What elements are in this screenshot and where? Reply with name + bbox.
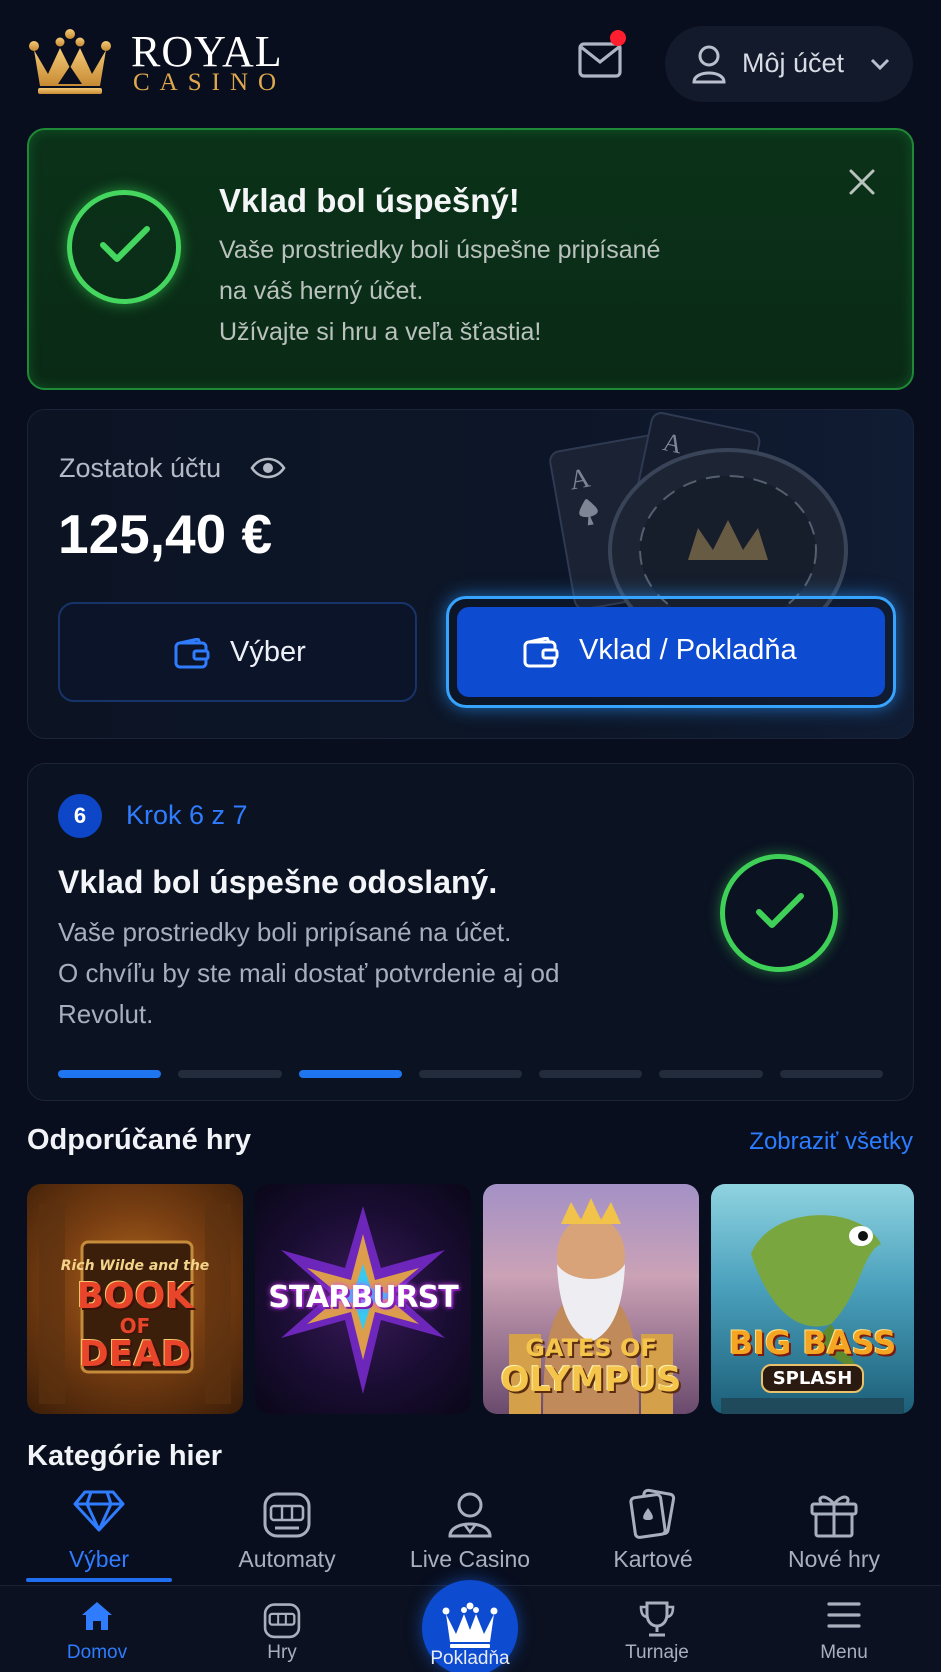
account-label: Môj účet bbox=[742, 48, 845, 78]
nav-label: Domov bbox=[66, 1642, 128, 1663]
progress-segment bbox=[298, 1070, 402, 1078]
categories-tabs: Výber Automaty Live Casino Kartové Nové … bbox=[0, 1478, 941, 1588]
category-label: Nové hry bbox=[787, 1546, 881, 1572]
recommended-games-heading: Odporúčané hry bbox=[27, 1124, 251, 1156]
nav-item-menu[interactable]: Menu bbox=[774, 1586, 914, 1672]
success-line: Užívajte si hru a veľa šťastia! bbox=[219, 318, 542, 346]
game-tile-starburst[interactable]: STARBURST bbox=[255, 1184, 471, 1414]
progress-segment bbox=[418, 1070, 523, 1078]
logo-text-casino: CASINO bbox=[133, 69, 287, 96]
category-tab-nove-hry[interactable]: Nové hry bbox=[744, 1478, 924, 1588]
withdraw-label: Výber bbox=[230, 636, 306, 668]
nav-item-turnaje[interactable]: Turnaje bbox=[587, 1586, 727, 1672]
success-check-icon bbox=[67, 190, 181, 304]
view-all-link[interactable]: Zobraziť všetky bbox=[749, 1128, 913, 1156]
game-title: GATES OF bbox=[525, 1334, 657, 1362]
game-title: STARBURST bbox=[268, 1280, 458, 1315]
user-icon bbox=[692, 45, 726, 84]
close-icon[interactable] bbox=[848, 168, 876, 196]
step-progress-bar bbox=[58, 1070, 883, 1078]
cards-icon bbox=[629, 1488, 676, 1539]
recommended-games-row: Rich Wilde and the BOOK OF DEAD STARBURS… bbox=[27, 1184, 914, 1414]
eye-icon[interactable] bbox=[250, 456, 286, 480]
balance-card: A A Zostatok účtu 125,40 € Výber Vklad /… bbox=[27, 409, 914, 739]
notification-dot bbox=[610, 30, 626, 46]
chevron-down-icon bbox=[870, 58, 890, 71]
category-tab-live-casino[interactable]: Live Casino bbox=[380, 1478, 560, 1588]
deposit-button-fill: Vklad / Pokladňa bbox=[457, 607, 885, 697]
step-line: Vaše prostriedky boli pripísané na účet. bbox=[58, 917, 512, 947]
step-title: Vklad bol úspešne odoslaný. bbox=[58, 864, 498, 900]
home-icon bbox=[82, 1602, 112, 1630]
menu-icon bbox=[827, 1602, 861, 1628]
active-tab-underline bbox=[26, 1578, 172, 1582]
game-title: OLYMPUS bbox=[500, 1360, 682, 1400]
deposit-label: Vklad / Pokladňa bbox=[579, 634, 797, 666]
success-line: na váš herný účet. bbox=[219, 277, 424, 305]
step-line: O chvíľu by ste mali dostať potvrdenie a… bbox=[58, 958, 560, 988]
header: ROYAL CASINO Môj účet bbox=[0, 0, 941, 120]
game-subtitle: Rich Wilde and the bbox=[60, 1258, 210, 1274]
balance-amount: 125,40 € bbox=[58, 503, 273, 565]
progress-segment bbox=[659, 1070, 763, 1078]
cards-and-chip-illustration: A A bbox=[549, 411, 848, 610]
game-title: DEAD bbox=[78, 1334, 192, 1375]
progress-segment bbox=[58, 1070, 162, 1078]
deposit-step-card: 6 Krok 6 z 7 Vklad bol úspešne odoslaný.… bbox=[27, 763, 914, 1101]
dealer-icon bbox=[448, 1492, 492, 1538]
category-label: Automaty bbox=[238, 1546, 336, 1572]
categories-heading: Kategórie hier bbox=[27, 1440, 222, 1472]
success-line: Vaše prostriedky boli úspešne pripísané bbox=[219, 236, 661, 264]
nav-label: Turnaje bbox=[625, 1642, 689, 1663]
nav-item-domov[interactable]: Domov bbox=[27, 1586, 167, 1672]
game-title: SPLASH bbox=[761, 1364, 864, 1393]
game-title: BIG BASS bbox=[728, 1324, 897, 1362]
game-title: BOOK bbox=[76, 1276, 194, 1317]
crown-icon bbox=[442, 1602, 498, 1648]
progress-segment bbox=[539, 1070, 643, 1078]
royal-casino-logo[interactable]: ROYAL CASINO bbox=[28, 26, 308, 98]
category-label: Live Casino bbox=[409, 1546, 531, 1572]
category-tab-kartove[interactable]: Kartové bbox=[563, 1478, 743, 1588]
withdraw-button[interactable]: Výber bbox=[58, 602, 417, 702]
trophy-icon bbox=[639, 1601, 675, 1637]
diamond-icon bbox=[73, 1490, 125, 1532]
category-label: Výber bbox=[68, 1546, 130, 1572]
category-tab-vyber[interactable]: Výber bbox=[16, 1478, 182, 1588]
progress-segment bbox=[178, 1070, 282, 1078]
game-tile-big-bass-splash[interactable]: BIG BASS SPLASH bbox=[711, 1184, 914, 1414]
envelope-icon bbox=[578, 42, 622, 78]
deposit-cashier-button[interactable]: Vklad / Pokladňa bbox=[446, 596, 896, 708]
success-message: Vaše prostriedky boli úspešne pripísané … bbox=[219, 230, 739, 353]
success-title: Vklad bol úspešný! bbox=[219, 182, 520, 219]
category-tab-automaty[interactable]: Automaty bbox=[197, 1478, 377, 1588]
nav-label-pokladna: Pokladňa bbox=[430, 1648, 510, 1669]
slot-machine-icon bbox=[263, 1603, 301, 1639]
game-tile-gates-of-olympus[interactable]: GATES OF OLYMPUS bbox=[483, 1184, 699, 1414]
nav-label: Hry bbox=[267, 1642, 297, 1663]
slot-machine-icon bbox=[263, 1492, 311, 1538]
gift-icon bbox=[810, 1495, 858, 1538]
balance-label: Zostatok účtu bbox=[59, 453, 222, 483]
nav-label: Menu bbox=[820, 1642, 868, 1663]
step-counter: Krok 6 z 7 bbox=[126, 800, 248, 830]
step-number-badge: 6 bbox=[58, 794, 102, 838]
progress-segment bbox=[779, 1070, 883, 1078]
step-line: Revolut. bbox=[58, 999, 154, 1029]
nav-item-hry[interactable]: Hry bbox=[212, 1586, 352, 1672]
deposit-success-banner: Vklad bol úspešný! Vaše prostriedky boli… bbox=[27, 128, 914, 390]
step-complete-check-icon bbox=[720, 854, 838, 972]
account-menu-button[interactable]: Môj účet bbox=[665, 26, 913, 102]
mail-button[interactable] bbox=[578, 30, 626, 82]
crown-logo-icon bbox=[29, 29, 111, 94]
wallet-icon bbox=[174, 638, 210, 669]
game-tile-book-of-dead[interactable]: Rich Wilde and the BOOK OF DEAD bbox=[27, 1184, 243, 1414]
category-label: Kartové bbox=[613, 1546, 693, 1572]
step-message: Vaše prostriedky boli pripísané na účet.… bbox=[58, 912, 618, 1035]
wallet-icon bbox=[523, 637, 559, 668]
